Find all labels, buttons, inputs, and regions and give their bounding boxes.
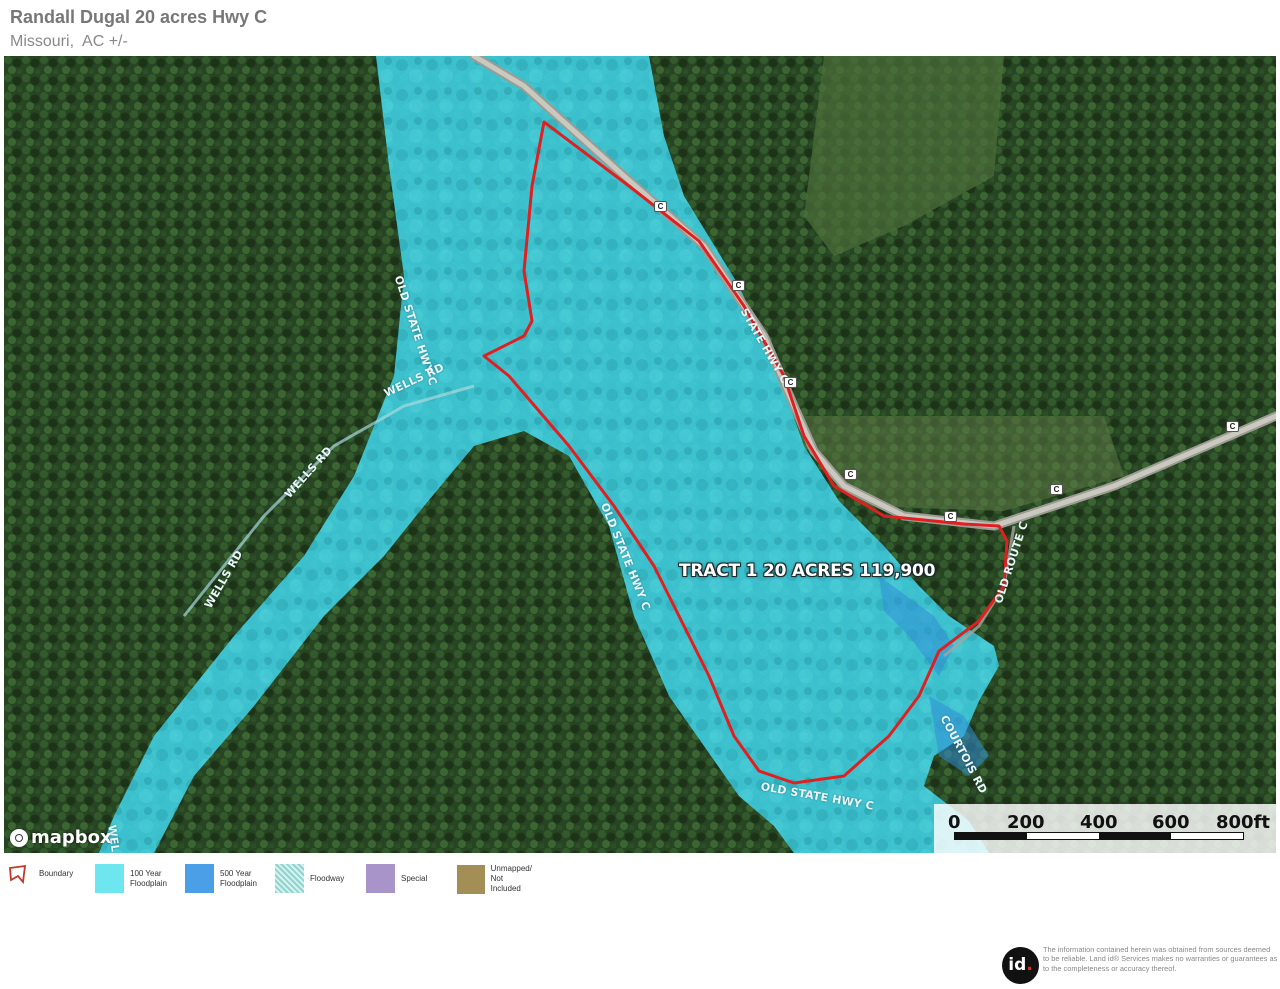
map-canvas <box>4 56 1276 853</box>
footer: id. The information contained herein was… <box>1002 945 1278 987</box>
page-title: Randall Dugal 20 acres Hwy C <box>10 7 268 27</box>
land-id-logo: id. <box>1002 947 1039 984</box>
scale-tick-label: 0 <box>948 812 961 833</box>
mapbox-logo-text: mapbox <box>31 827 112 848</box>
route-shield-c: C <box>654 201 667 212</box>
page-subtitle: Missouri, AC +/- <box>10 33 128 50</box>
legend-item-floodway: Floodway <box>275 864 344 893</box>
scale-tick-label: 600 <box>1152 812 1190 833</box>
route-shield-c: C <box>784 377 797 388</box>
legend-swatch-special <box>366 864 395 893</box>
legend-label: Special <box>401 873 428 883</box>
legend-swatch-unmapped <box>457 864 485 894</box>
map-header: Randall Dugal 20 acres Hwy C Missouri, A… <box>10 6 267 52</box>
disclaimer-text: The information contained herein was obt… <box>1043 945 1278 973</box>
scale-tick-label: 800ft <box>1216 812 1271 833</box>
scale-tick-label: 200 <box>1007 812 1045 833</box>
route-shield-c: C <box>844 469 857 480</box>
legend-item-special: Special <box>366 864 427 893</box>
legend-swatch-floodway <box>275 864 304 893</box>
legend-item-unmapped: Unmapped/ Not Included <box>457 864 533 894</box>
scale-segment <box>955 833 1027 839</box>
route-shield-c: C <box>732 280 745 291</box>
legend-item-boundary: Boundary <box>8 864 73 884</box>
legend-label: Floodway <box>310 873 345 883</box>
legend-item-500-year-floodplain: 500 Year Floodplain <box>185 864 257 893</box>
map-view[interactable]: OLD STATE HWY C WELLS RD WELLS RD WELLS … <box>4 56 1276 853</box>
legend-label: 100 Year Floodplain <box>130 868 167 888</box>
scale-bar-graphic <box>954 832 1244 840</box>
scale-bar: 0 200 400 600 800ft <box>934 804 1276 853</box>
mapbox-logo-icon <box>10 828 28 847</box>
route-shield-c: C <box>944 511 957 522</box>
legend-label: Unmapped/ Not Included <box>490 864 532 893</box>
legend-swatch-100-year <box>95 864 124 893</box>
legend-label: 500 Year Floodplain <box>220 868 257 888</box>
legend-item-100-year-floodplain: 100 Year Floodplain <box>95 864 167 893</box>
mapbox-attribution[interactable]: mapbox <box>10 827 112 848</box>
logo-text: id <box>1008 955 1027 975</box>
scale-tick-label: 400 <box>1080 812 1118 833</box>
logo-dot: . <box>1026 955 1033 975</box>
scale-segment <box>1099 833 1171 839</box>
route-shield-c: C <box>1050 484 1063 495</box>
tract-label[interactable]: TRACT 1 20 ACRES 119,900 <box>679 561 935 581</box>
legend-label: Boundary <box>39 869 74 878</box>
route-shield-c: C <box>1226 421 1239 432</box>
boundary-icon <box>9 864 27 884</box>
legend-swatch-500-year <box>185 864 214 893</box>
